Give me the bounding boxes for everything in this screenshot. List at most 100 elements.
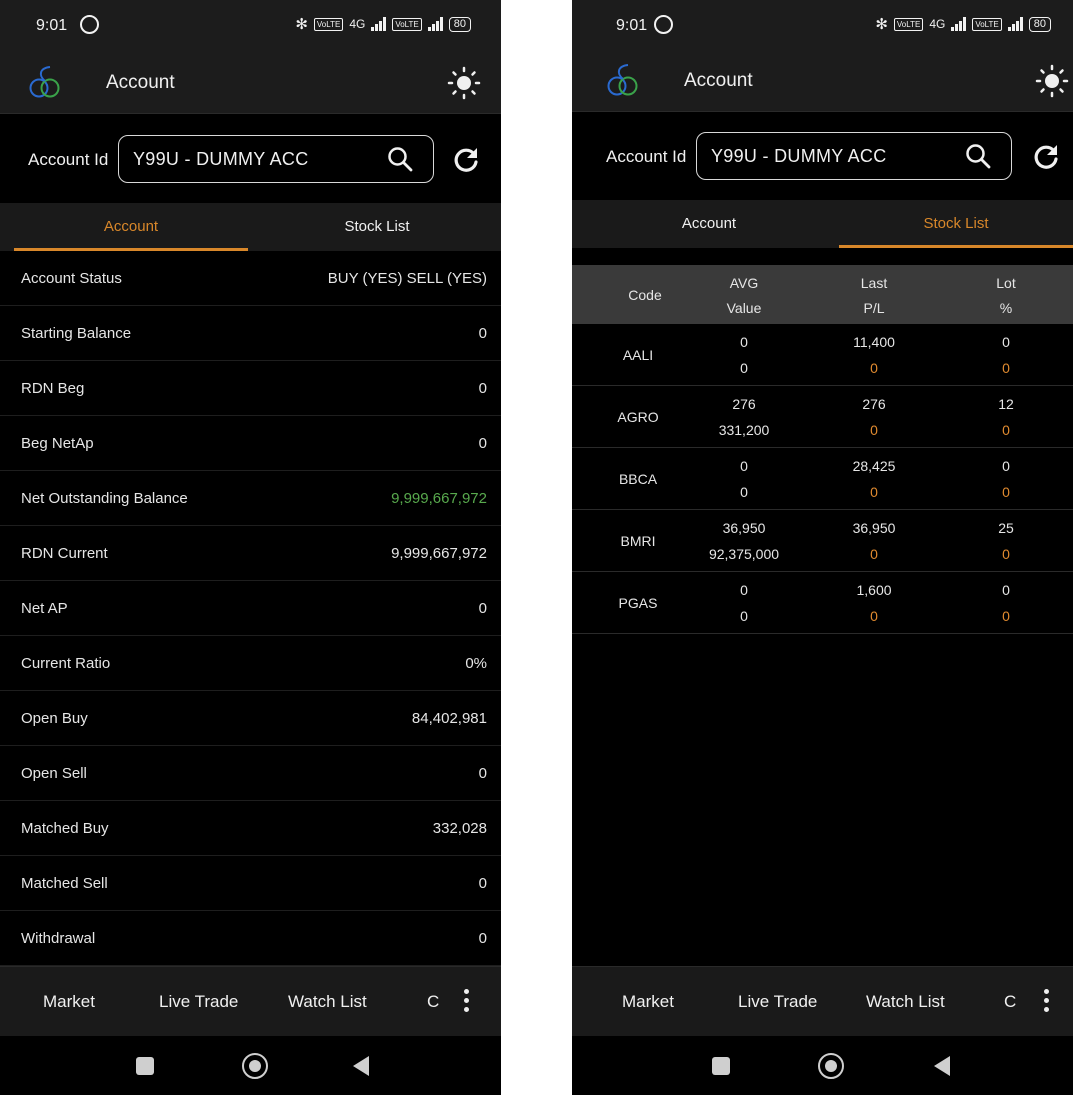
account-id-value: Y99U - DUMMY ACC [133, 149, 309, 169]
row-label: RDN Beg [21, 380, 85, 397]
bluetooth-icon: ✻ [295, 16, 308, 33]
bluetooth-icon: ✻ [875, 16, 888, 33]
row-value: 332,028 [432, 820, 487, 837]
cell-code: BMRI [620, 533, 656, 549]
tab-account[interactable]: Account [592, 200, 826, 248]
volte-icon: VoLTE [893, 17, 924, 31]
tab-bar: Account Stock List [0, 203, 501, 251]
more-vertical-icon[interactable] [464, 989, 470, 1016]
back-icon[interactable] [934, 1056, 950, 1076]
status-bar: 9:01 ✻ VoLTE 4G VoLTE 80 [0, 0, 501, 52]
col-pl-header: P/L [863, 300, 885, 316]
cell-lot: 0 [1002, 458, 1010, 474]
cell-last: 11,400 [853, 334, 895, 350]
row-net-outstanding-balance: Net Outstanding Balance 9,999,667,972 [0, 471, 501, 526]
row-rdn-beg: RDN Beg 0 [0, 361, 501, 416]
table-row[interactable]: BMRI 36,950 92,375,000 36,950 0 25 0 [572, 510, 1073, 572]
theme-toggle-icon[interactable] [447, 66, 481, 100]
nav-truncated-item[interactable]: C [1004, 992, 1016, 1012]
row-label: Net Outstanding Balance [21, 490, 188, 507]
network-type-icon: 4G [349, 17, 366, 31]
theme-toggle-icon[interactable] [1035, 64, 1069, 98]
row-value: 84,402,981 [411, 710, 487, 727]
home-icon[interactable] [242, 1053, 268, 1079]
system-nav-bar [572, 1036, 1073, 1095]
row-account-status: Account Status BUY (YES) SELL (YES) [0, 251, 501, 306]
search-icon[interactable] [965, 143, 991, 169]
nav-watch-list[interactable]: Watch List [866, 992, 945, 1012]
cell-pct: 0 [1002, 360, 1010, 376]
cell-last: 276 [862, 396, 886, 412]
account-screen: 9:01 ✻ VoLTE 4G VoLTE 80 Account Account… [0, 0, 501, 1095]
account-id-field[interactable]: Y99U - DUMMY ACC [696, 132, 1012, 180]
col-avg-header: AVG [729, 275, 759, 291]
cell-pct: 0 [1002, 546, 1010, 562]
more-vertical-icon[interactable] [1044, 989, 1050, 1016]
app-logo [607, 64, 638, 96]
row-value: 0 [478, 380, 487, 397]
cell-pl: 0 [870, 546, 878, 562]
back-icon[interactable] [353, 1056, 369, 1076]
row-label: Open Buy [21, 710, 88, 727]
recent-apps-icon[interactable] [712, 1057, 730, 1075]
nav-live-trade[interactable]: Live Trade [159, 992, 238, 1012]
row-current-ratio: Current Ratio 0% [0, 636, 501, 691]
cell-value: 0 [740, 608, 748, 624]
battery-icon: 80 [1028, 16, 1051, 32]
table-row[interactable]: PGAS 0 0 1,600 0 0 0 [572, 572, 1073, 634]
cell-avg: 0 [740, 334, 748, 350]
network-type-icon: 4G [929, 17, 946, 31]
col-lot-header: Lot [996, 275, 1016, 291]
table-row[interactable]: AALI 0 0 11,400 0 0 0 [572, 324, 1073, 386]
nav-truncated-item[interactable]: C [427, 992, 439, 1012]
refresh-icon[interactable] [453, 147, 479, 173]
signal-icon [371, 17, 387, 31]
tab-stock-list[interactable]: Stock List [839, 200, 1073, 248]
row-value: 0 [478, 875, 487, 892]
nav-watch-list[interactable]: Watch List [288, 992, 367, 1012]
cell-avg: 36,950 [722, 520, 766, 536]
status-icons: ✻ VoLTE 4G VoLTE 80 [875, 15, 1051, 33]
cell-avg: 0 [740, 458, 748, 474]
row-label: Withdrawal [21, 930, 96, 947]
row-value: 0 [478, 930, 487, 947]
cell-pct: 0 [1002, 484, 1010, 500]
row-rdn-current: RDN Current 9,999,667,972 [0, 526, 501, 581]
cell-pl: 0 [870, 608, 878, 624]
whatsapp-icon [80, 15, 99, 34]
page-title: Account [684, 70, 753, 91]
system-nav-bar [0, 1036, 501, 1095]
cell-last: 36,950 [852, 520, 896, 536]
app-logo [29, 66, 60, 98]
cell-lot: 12 [998, 396, 1014, 412]
stock-list-screen: 9:01 ✻ VoLTE 4G VoLTE 80 Account Account… [572, 0, 1073, 1095]
tab-stock-list[interactable]: Stock List [260, 203, 494, 251]
volte-icon-2: VoLTE [392, 17, 422, 31]
refresh-icon[interactable] [1033, 144, 1059, 170]
cell-code: BBCA [618, 471, 658, 487]
bottom-nav: Market Live Trade Watch List C [572, 966, 1073, 1036]
cell-pl: 0 [870, 360, 878, 376]
recent-apps-icon[interactable] [136, 1057, 154, 1075]
table-row[interactable]: AGRO 276 331,200 276 0 12 0 [572, 386, 1073, 448]
page-title: Account [106, 72, 175, 93]
row-value: 0% [465, 655, 487, 672]
row-label: Net AP [21, 600, 68, 617]
cell-lot: 0 [1002, 334, 1010, 350]
row-label: Current Ratio [21, 655, 111, 672]
home-icon[interactable] [818, 1053, 844, 1079]
nav-live-trade[interactable]: Live Trade [738, 992, 817, 1012]
signal-icon-2 [427, 17, 443, 31]
cell-value: 331,200 [718, 422, 770, 438]
table-row[interactable]: BBCA 0 0 28,425 0 0 0 [572, 448, 1073, 510]
cell-pct: 0 [1002, 608, 1010, 624]
nav-market[interactable]: Market [622, 992, 674, 1012]
tab-account[interactable]: Account [14, 203, 248, 251]
row-open-sell: Open Sell 0 [0, 746, 501, 801]
nav-market[interactable]: Market [43, 992, 95, 1012]
cell-last: 1,600 [856, 582, 892, 598]
account-id-field[interactable]: Y99U - DUMMY ACC [118, 135, 434, 183]
col-value-header: Value [726, 300, 762, 316]
search-icon[interactable] [387, 146, 413, 172]
volte-icon-2: VoLTE [972, 17, 1002, 31]
